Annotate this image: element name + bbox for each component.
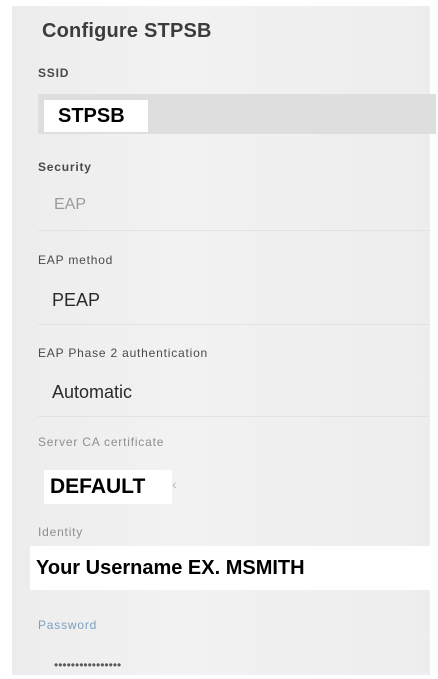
ssid-label: SSID xyxy=(38,66,70,80)
wifi-config-dialog: Configure STPSB SSID STPSB Security EAP … xyxy=(0,0,438,679)
ca-cert-select[interactable]: DEFAULT xyxy=(44,470,172,504)
security-label: Security xyxy=(38,160,92,174)
security-divider xyxy=(38,230,430,231)
identity-label: Identity xyxy=(38,525,84,539)
eap-method-divider xyxy=(38,324,430,325)
photo-border-bottom xyxy=(0,675,438,679)
ssid-value[interactable]: STPSB xyxy=(44,100,148,132)
security-select[interactable]: EAP xyxy=(54,196,86,214)
password-label: Password xyxy=(38,618,98,632)
photo-border-top xyxy=(0,0,438,6)
password-input[interactable]: •••••••••••••••• xyxy=(54,658,121,672)
identity-input[interactable]: Your Username EX. MSMITH xyxy=(30,546,432,590)
dialog-title: Configure STPSB xyxy=(42,20,212,42)
phase2-select[interactable]: Automatic xyxy=(52,382,132,403)
ca-cert-arrow-icon: ‹ xyxy=(172,476,177,492)
eap-method-select[interactable]: PEAP xyxy=(52,290,100,311)
ca-cert-label: Server CA certificate xyxy=(38,435,165,449)
phase2-divider xyxy=(38,416,430,417)
eap-method-label: EAP method xyxy=(38,253,114,267)
phase2-label: EAP Phase 2 authentication xyxy=(38,346,209,360)
photo-border-left xyxy=(0,0,12,679)
